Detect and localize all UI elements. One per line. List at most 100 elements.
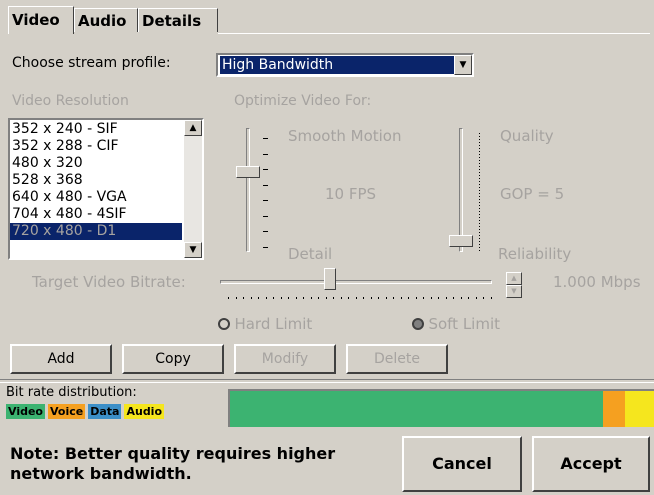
resolution-item[interactable]: 640 x 480 - VGA [10,189,182,206]
tick-mark [348,297,349,299]
tick-mark [438,297,439,299]
radio-unchecked-icon [218,318,230,330]
bitrate-value: 1.000 Mbps [553,273,641,291]
note-line-2: network bandwidth. [10,464,192,483]
tick-mark [263,231,268,232]
tick-mark [423,297,424,299]
tick-mark [479,211,480,212]
distribution-segment-video [230,391,604,427]
spin-down-icon[interactable]: ▼ [506,285,522,298]
detail-label: Detail [288,245,333,263]
optimize-video-label: Optimize Video For: [234,93,372,109]
resolution-scrollbar[interactable]: ▲ ▼ [184,120,202,258]
bitrate-spinner[interactable]: ▲ ▼ [506,272,522,298]
resolution-list[interactable]: 352 x 240 - SIF 352 x 288 - CIF 480 x 320 5… [8,118,204,260]
tick-mark [479,220,480,221]
resolution-item[interactable]: 352 x 240 - SIF [10,121,182,138]
tick-mark [280,297,282,299]
soft-limit-label: Soft Limit [428,315,501,333]
tick-mark [333,297,334,299]
distribution-legend: Video Voice Data Audio [6,403,165,419]
legend-voice: Voice [47,404,86,419]
tick-mark [228,297,229,299]
tick-mark [258,297,259,299]
tab-video[interactable]: Video [8,6,74,34]
tick-mark [479,163,480,164]
stream-profile-select[interactable]: High Bandwidth ▼ [216,53,474,77]
tick-mark [479,142,480,143]
quality-reliability-thumb[interactable] [449,235,473,247]
tick-mark [479,238,480,239]
tick-mark [479,232,480,233]
tick-mark [263,200,268,201]
resolution-item[interactable]: 480 x 320 [10,155,182,172]
tick-mark [263,215,268,217]
tick-mark [235,297,237,299]
tick-mark [479,133,480,134]
tick-mark [479,223,480,224]
copy-button[interactable]: Copy [122,344,224,374]
tick-mark [243,297,244,299]
tick-mark [479,241,480,242]
cancel-button[interactable]: Cancel [402,436,522,492]
tick-mark [483,297,484,299]
tick-mark [490,297,492,299]
tick-mark [479,187,480,188]
tab-audio[interactable]: Audio [74,8,138,32]
video-resolution-label: Video Resolution [12,93,129,109]
tick-mark [479,244,480,245]
motion-detail-track [246,128,250,252]
tab-details[interactable]: Details [138,8,218,32]
resolution-item[interactable]: 704 x 480 - 4SIF [10,206,182,223]
scroll-up-icon[interactable]: ▲ [184,120,202,136]
tick-mark [479,157,480,158]
tick-mark [363,297,364,299]
tick-mark [310,297,312,299]
accept-button[interactable]: Accept [532,436,650,492]
dropdown-arrow-icon[interactable]: ▼ [454,55,472,75]
legend-data: Data [88,404,122,419]
tick-mark [263,153,268,155]
tick-mark [393,297,394,299]
delete-button[interactable]: Delete [346,344,448,374]
add-button[interactable]: Add [10,344,112,374]
smooth-motion-label: Smooth Motion [288,127,402,145]
tick-mark [479,208,480,209]
tick-mark [479,229,480,230]
motion-detail-thumb[interactable] [236,166,260,178]
tick-mark [479,145,480,146]
resolution-item[interactable]: 528 x 368 [10,172,182,189]
spin-up-icon[interactable]: ▲ [506,272,522,285]
bitrate-thumb[interactable] [324,268,336,290]
tick-mark [479,169,480,170]
tick-mark [479,139,480,140]
tick-mark [430,297,432,299]
tick-mark [479,160,480,161]
tick-mark [460,297,462,299]
tick-mark [475,297,477,299]
resolution-item[interactable]: 352 x 288 - CIF [10,138,182,155]
tick-mark [479,190,480,191]
resolution-items: 352 x 240 - SIF 352 x 288 - CIF 480 x 320 5… [10,121,182,240]
resolution-item[interactable]: 720 x 480 - D1 [10,223,182,240]
tick-mark [400,297,402,299]
hard-limit-radio[interactable]: Hard Limit [218,315,312,333]
section-divider [0,379,654,383]
tick-mark [479,175,480,176]
tick-mark [479,250,480,251]
stream-profile-value: High Bandwidth [219,55,457,75]
tick-mark [453,297,454,299]
tick-mark [479,217,480,218]
tick-mark [445,297,447,299]
tick-mark [263,138,268,139]
soft-limit-radio[interactable]: Soft Limit [412,315,500,333]
tick-mark [408,297,409,299]
tick-mark [479,196,480,197]
tick-mark [415,297,417,299]
distribution-label: Bit rate distribution: [6,385,137,400]
stream-profile-label: Choose stream profile: [12,55,171,71]
scroll-down-icon[interactable]: ▼ [184,242,202,258]
modify-button[interactable]: Modify [234,344,336,374]
distribution-bar [228,389,654,427]
tick-mark [479,199,480,200]
